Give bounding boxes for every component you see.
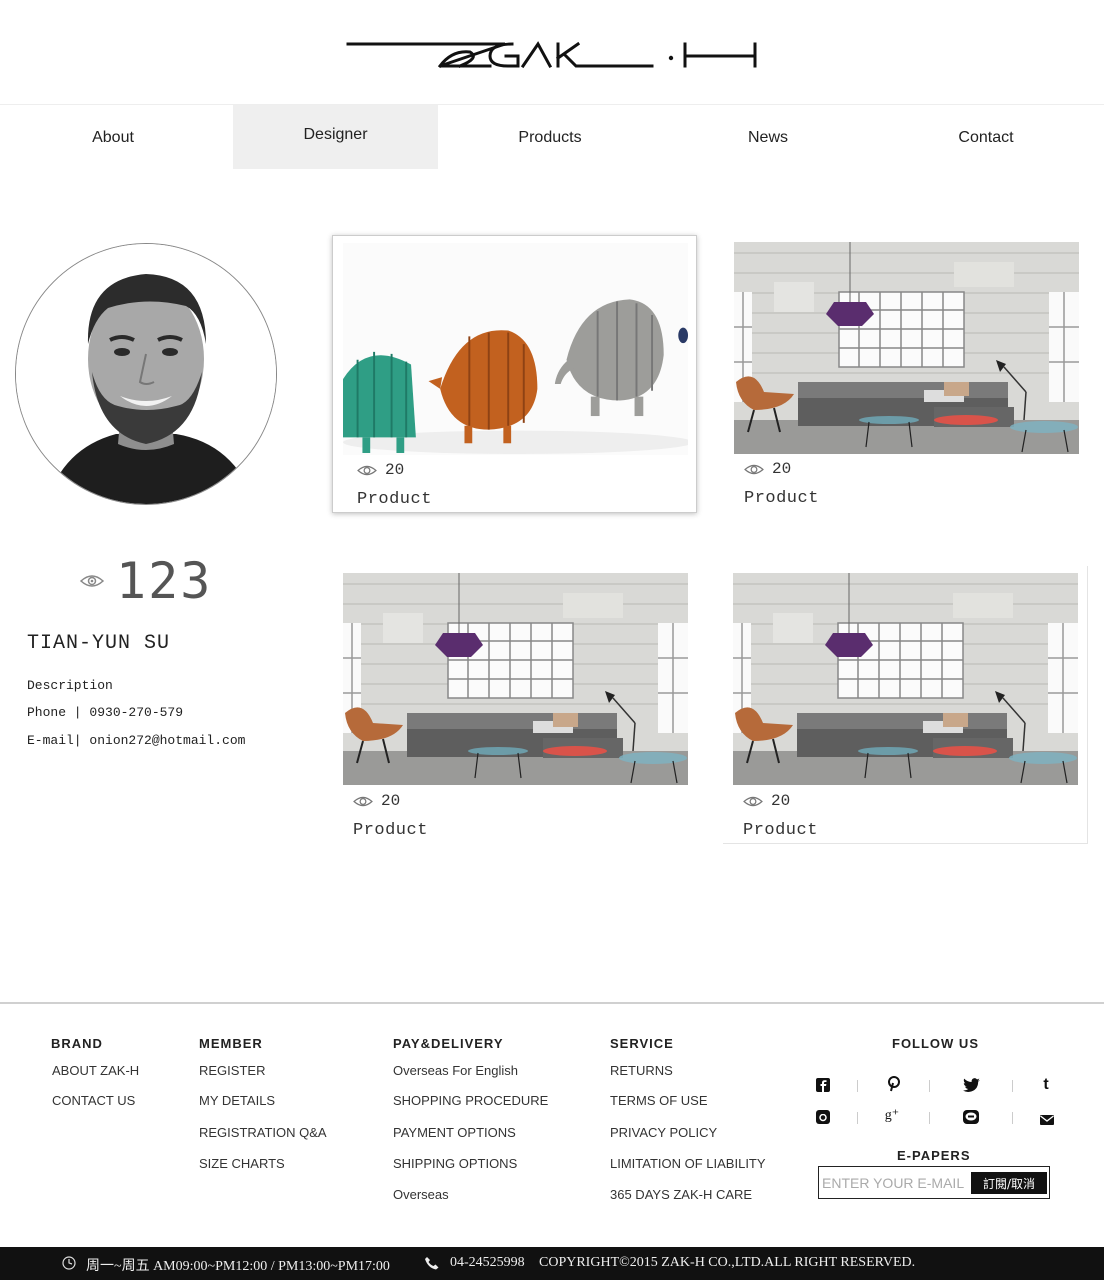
product-label[interactable]: Product: [743, 821, 818, 840]
footer-link-care[interactable]: 365 DAYS ZAK-H CARE: [610, 1187, 752, 1202]
product-image[interactable]: [734, 242, 1079, 454]
designer-view-count: 123: [80, 552, 212, 610]
follow-us-title: FOLLOW US: [892, 1036, 979, 1051]
footer-link-overseas-english[interactable]: Overseas For English: [393, 1063, 518, 1078]
pinterest-icon[interactable]: [886, 1076, 902, 1095]
footer-pay-title: PAY&DELIVERY: [393, 1036, 504, 1051]
epaper-subscribe-button[interactable]: 訂閱/取消: [971, 1172, 1047, 1194]
product-image[interactable]: [343, 243, 688, 455]
footer-link-privacy[interactable]: PRIVACY POLICY: [610, 1125, 717, 1140]
product-views: 20: [744, 460, 791, 478]
product-label[interactable]: Product: [353, 821, 428, 840]
product-image[interactable]: [343, 573, 688, 785]
nav-contact[interactable]: Contact: [880, 105, 1092, 169]
footer-service-title: SERVICE: [610, 1036, 674, 1051]
footer-link-about[interactable]: ABOUT ZAK-H: [52, 1063, 139, 1078]
product-card[interactable]: 20 Product: [332, 235, 697, 513]
eye-icon: [743, 796, 763, 806]
footer-link-shopping-procedure[interactable]: SHOPPING PROCEDURE: [393, 1093, 548, 1108]
eye-icon: [80, 575, 104, 587]
product-views: 20: [743, 792, 790, 810]
eye-icon: [744, 464, 764, 474]
line-icon[interactable]: [963, 1110, 979, 1127]
designer-description: Description: [27, 678, 113, 693]
product-view-count: 20: [772, 460, 792, 478]
designer-name: TIAN-YUN SU: [27, 632, 171, 655]
footer-link-overseas[interactable]: Overseas: [393, 1187, 449, 1202]
bottom-bar: 周一~周五 AM09:00~PM12:00 / PM13:00~PM17:00 …: [0, 1247, 1104, 1280]
designer-email[interactable]: E-mail| onion272@hotmail.com: [27, 733, 245, 748]
nav-designer[interactable]: Designer: [233, 105, 438, 169]
instagram-icon[interactable]: [815, 1110, 831, 1127]
tumblr-icon[interactable]: t: [1038, 1076, 1054, 1094]
designer-phone: Phone | 0930-270-579: [27, 705, 184, 720]
contact-phone[interactable]: 04-24525998: [450, 1255, 525, 1271]
view-count-number: 123: [116, 552, 213, 610]
footer-link-terms[interactable]: TERMS OF USE: [610, 1093, 708, 1108]
clock-icon: [62, 1256, 76, 1275]
eye-icon: [353, 796, 373, 806]
epapers-title: E-PAPERS: [897, 1148, 971, 1163]
product-card[interactable]: 20 Product: [333, 566, 698, 844]
designer-avatar: [15, 243, 277, 505]
footer-link-payment-options[interactable]: PAYMENT OPTIONS: [393, 1125, 516, 1140]
footer-member-title: MEMBER: [199, 1036, 263, 1051]
eye-icon: [357, 465, 377, 475]
footer-brand-title: BRAND: [51, 1036, 103, 1051]
footer-link-size-charts[interactable]: SIZE CHARTS: [199, 1156, 285, 1171]
nav-news[interactable]: News: [662, 105, 874, 169]
epaper-form: 訂閱/取消: [818, 1166, 1050, 1199]
product-view-count: 20: [385, 461, 405, 479]
main-nav: About Designer Products News Contact: [0, 104, 1104, 170]
nav-products[interactable]: Products: [444, 105, 656, 169]
footer-link-my-details[interactable]: MY DETAILS: [199, 1093, 275, 1108]
mail-icon[interactable]: [1039, 1112, 1055, 1128]
google-plus-icon[interactable]: g⁺: [884, 1107, 900, 1124]
footer-divider: [0, 1002, 1104, 1004]
product-image[interactable]: [733, 573, 1078, 785]
product-label[interactable]: Product: [744, 489, 819, 508]
footer-link-liability[interactable]: LIMITATION OF LIABILITY: [610, 1156, 766, 1171]
copyright: COPYRIGHT©2015 ZAK-H CO.,LTD.ALL RIGHT R…: [539, 1255, 916, 1270]
product-views: 20: [353, 792, 400, 810]
footer-link-returns[interactable]: RETURNS: [610, 1063, 673, 1078]
product-card[interactable]: 20 Product: [724, 235, 1089, 513]
phone-icon: [424, 1256, 440, 1275]
twitter-icon[interactable]: [963, 1078, 980, 1095]
product-view-count: 20: [771, 792, 791, 810]
product-card[interactable]: 20 Product: [723, 566, 1088, 844]
brand-logo[interactable]: [340, 28, 765, 84]
product-view-count: 20: [381, 792, 401, 810]
footer-link-register[interactable]: REGISTER: [199, 1063, 265, 1078]
footer-link-contact[interactable]: CONTACT US: [52, 1093, 135, 1108]
product-views: 20: [357, 461, 404, 479]
footer-link-registration-qa[interactable]: REGISTRATION Q&A: [199, 1125, 327, 1140]
product-label[interactable]: Product: [357, 490, 432, 509]
epaper-email-input[interactable]: [822, 1171, 970, 1195]
nav-about[interactable]: About: [0, 105, 226, 169]
business-hours: 周一~周五 AM09:00~PM12:00 / PM13:00~PM17:00: [86, 1259, 390, 1274]
footer-link-shipping-options[interactable]: SHIPPING OPTIONS: [393, 1156, 517, 1171]
facebook-icon[interactable]: [815, 1078, 831, 1095]
